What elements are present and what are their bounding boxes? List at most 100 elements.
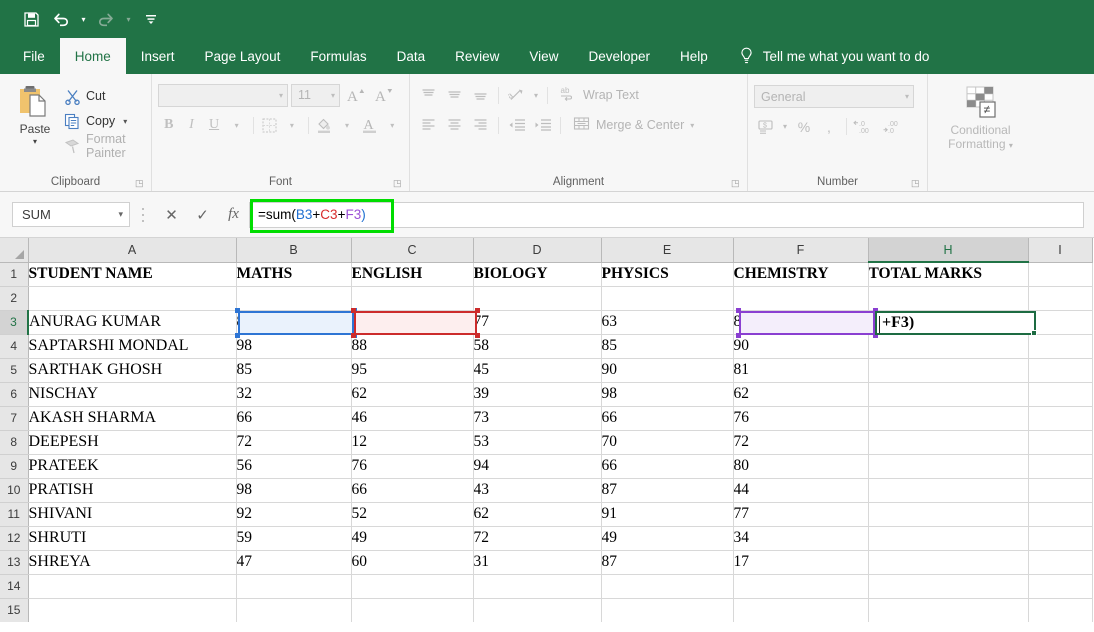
row-header-9[interactable]: 9 [0, 454, 28, 478]
cell-C4[interactable]: 88 [351, 334, 473, 358]
cell-H2[interactable] [868, 286, 1028, 310]
undo-dropdown-caret-icon[interactable]: ▾ [78, 6, 89, 32]
paste-button[interactable]: Paste ▾ [6, 81, 64, 172]
column-header-i[interactable]: I [1028, 238, 1092, 262]
cancel-formula-button[interactable]: ✕ [156, 202, 187, 228]
cell-B13[interactable]: 47 [236, 550, 351, 574]
cell-D4[interactable]: 58 [473, 334, 601, 358]
cell-H4[interactable] [868, 334, 1028, 358]
cell-B6[interactable]: 32 [236, 382, 351, 406]
cell-C1[interactable]: ENGLISH [351, 262, 473, 286]
cell-B11[interactable]: 92 [236, 502, 351, 526]
cell-H6[interactable] [868, 382, 1028, 406]
cell-F6[interactable]: 62 [733, 382, 868, 406]
cell-A1[interactable]: STUDENT NAME [28, 262, 236, 286]
cell-B8[interactable]: 72 [236, 430, 351, 454]
cell-C11[interactable]: 52 [351, 502, 473, 526]
tab-data[interactable]: Data [382, 38, 441, 74]
cell-A11[interactable]: SHIVANI [28, 502, 236, 526]
cell-F5[interactable]: 81 [733, 358, 868, 382]
cell-I4[interactable] [1028, 334, 1092, 358]
cell-C12[interactable]: 49 [351, 526, 473, 550]
cell-B3[interactable]: 87 [236, 310, 351, 334]
cell-E8[interactable]: 70 [601, 430, 733, 454]
cell-I9[interactable] [1028, 454, 1092, 478]
cell-B12[interactable]: 59 [236, 526, 351, 550]
cell-C8[interactable]: 12 [351, 430, 473, 454]
cell-E5[interactable]: 90 [601, 358, 733, 382]
cell-H7[interactable] [868, 406, 1028, 430]
alignment-dialog-launcher-icon[interactable]: ◳ [731, 178, 741, 188]
cell-D5[interactable]: 45 [473, 358, 601, 382]
cell-A4[interactable]: SAPTARSHI MONDAL [28, 334, 236, 358]
name-box[interactable]: SUM ▾ [12, 202, 130, 227]
cell-F8[interactable]: 72 [733, 430, 868, 454]
cell-D9[interactable]: 94 [473, 454, 601, 478]
cut-button[interactable]: Cut [64, 86, 145, 106]
cell-E14[interactable] [601, 574, 733, 598]
cell-D8[interactable]: 53 [473, 430, 601, 454]
row-header-5[interactable]: 5 [0, 358, 28, 382]
cell-F15[interactable] [733, 598, 868, 622]
cell-I7[interactable] [1028, 406, 1092, 430]
cell-I5[interactable] [1028, 358, 1092, 382]
cell-E9[interactable]: 66 [601, 454, 733, 478]
tab-review[interactable]: Review [440, 38, 514, 74]
cell-I1[interactable] [1028, 262, 1092, 286]
row-header-4[interactable]: 4 [0, 334, 28, 358]
cell-B9[interactable]: 56 [236, 454, 351, 478]
copy-dropdown-caret-icon[interactable]: ▾ [123, 117, 127, 126]
cell-F9[interactable]: 80 [733, 454, 868, 478]
row-header-2[interactable]: 2 [0, 286, 28, 310]
cell-E1[interactable]: PHYSICS [601, 262, 733, 286]
cell-F3[interactable]: 87 [733, 310, 868, 334]
cell-B15[interactable] [236, 598, 351, 622]
cell-B10[interactable]: 98 [236, 478, 351, 502]
font-dialog-launcher-icon[interactable]: ◳ [393, 178, 403, 188]
cell-E15[interactable] [601, 598, 733, 622]
cell-D1[interactable]: BIOLOGY [473, 262, 601, 286]
tab-insert[interactable]: Insert [126, 38, 190, 74]
row-header-12[interactable]: 12 [0, 526, 28, 550]
cell-A8[interactable]: DEEPESH [28, 430, 236, 454]
cell-H10[interactable] [868, 478, 1028, 502]
cell-A15[interactable] [28, 598, 236, 622]
cell-I11[interactable] [1028, 502, 1092, 526]
cell-C3[interactable]: 57 [351, 310, 473, 334]
cell-F4[interactable]: 90 [733, 334, 868, 358]
cell-H9[interactable] [868, 454, 1028, 478]
tab-formulas[interactable]: Formulas [295, 38, 381, 74]
save-icon[interactable] [18, 6, 44, 32]
cell-D15[interactable] [473, 598, 601, 622]
cell-E10[interactable]: 87 [601, 478, 733, 502]
copy-button[interactable]: Copy ▾ [64, 111, 145, 131]
cell-B14[interactable] [236, 574, 351, 598]
tab-developer[interactable]: Developer [573, 38, 665, 74]
cell-F13[interactable]: 17 [733, 550, 868, 574]
cell-B7[interactable]: 66 [236, 406, 351, 430]
cell-D2[interactable] [473, 286, 601, 310]
cell-D6[interactable]: 39 [473, 382, 601, 406]
cell-I10[interactable] [1028, 478, 1092, 502]
cell-I12[interactable] [1028, 526, 1092, 550]
row-header-7[interactable]: 7 [0, 406, 28, 430]
tab-view[interactable]: View [514, 38, 573, 74]
cell-D13[interactable]: 31 [473, 550, 601, 574]
cell-A5[interactable]: SARTHAK GHOSH [28, 358, 236, 382]
cell-D7[interactable]: 73 [473, 406, 601, 430]
select-all-corner[interactable] [0, 238, 28, 262]
tab-page-layout[interactable]: Page Layout [190, 38, 296, 74]
tell-me-search[interactable]: Tell me what you want to do [723, 38, 930, 74]
undo-icon[interactable] [48, 6, 74, 32]
cell-A6[interactable]: NISCHAY [28, 382, 236, 406]
cell-I13[interactable] [1028, 550, 1092, 574]
cell-I14[interactable] [1028, 574, 1092, 598]
column-header-a[interactable]: A [28, 238, 236, 262]
tab-help[interactable]: Help [665, 38, 723, 74]
cell-A9[interactable]: PRATEEK [28, 454, 236, 478]
cell-E7[interactable]: 66 [601, 406, 733, 430]
cell-I15[interactable] [1028, 598, 1092, 622]
cell-D3[interactable]: 77 [473, 310, 601, 334]
active-cell-h3[interactable]: +F3) [875, 311, 1036, 335]
row-header-1[interactable]: 1 [0, 262, 28, 286]
